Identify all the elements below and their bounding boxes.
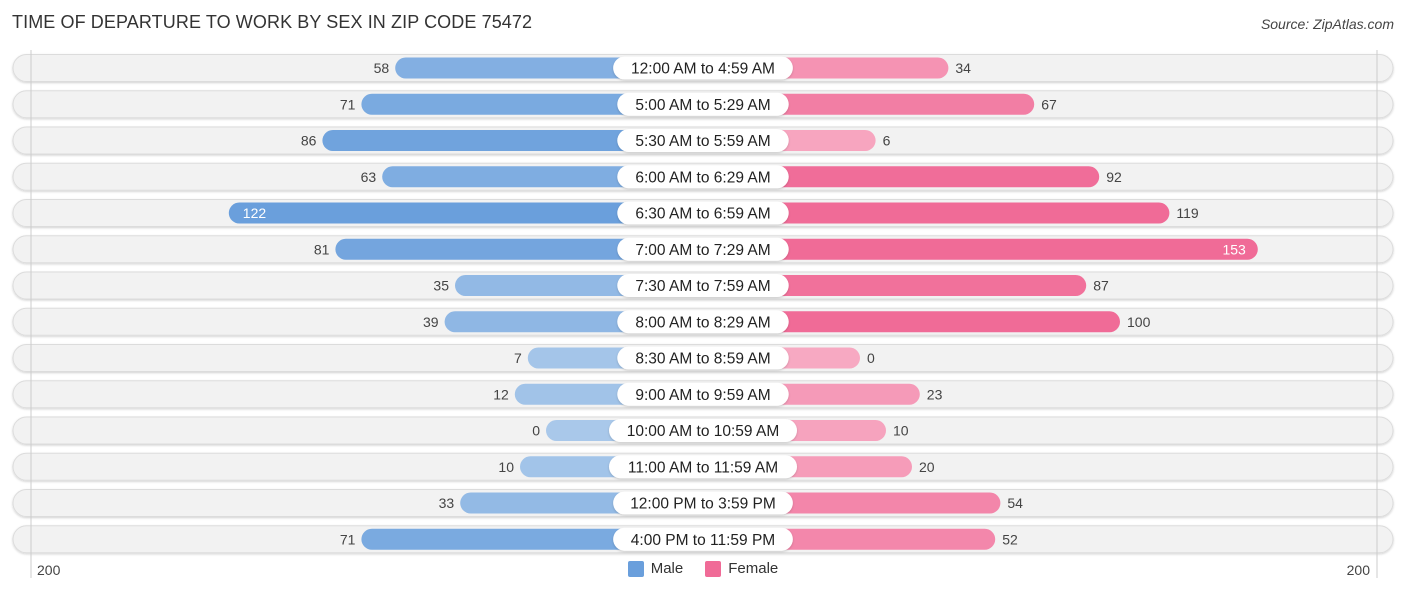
value-label-female: 52 [1002,531,1018,547]
category-label: 12:00 PM to 3:59 PM [630,496,776,513]
category-label: 12:00 AM to 4:59 AM [631,61,775,78]
value-label-female: 23 [927,386,943,402]
legend-item-female[interactable]: Female [705,560,778,577]
value-label-female: 34 [955,60,971,76]
legend-label-male: Male [650,560,684,577]
legend-swatch-male [627,560,644,577]
category-label: 6:30 AM to 6:59 AM [635,206,770,223]
chart-row: 86 6 5:30 AM to 5:59 AM [12,126,1394,155]
value-label-male: 81 [314,241,330,257]
category-label: 7:30 AM to 7:59 AM [635,278,770,295]
category-label: 6:00 AM to 6:29 AM [635,169,770,186]
value-label-female: 10 [893,423,909,439]
legend-swatch-female [705,560,722,577]
chart-plot: 58 3412:00 AM to 4:59 AM71 675:00 AM to 5:… [12,50,1394,578]
legend: Male Female [0,560,1406,577]
value-label-female: 67 [1041,96,1057,112]
chart-row: 63 92 6:00 AM to 6:29 AM [12,162,1394,191]
value-label-female: 6 [883,133,891,149]
chart-row: 122 119 6:30 AM to 6:59 AM [12,199,1394,227]
value-label-male: 0 [532,423,540,439]
category-label: 7:00 AM to 7:29 AM [635,242,770,259]
chart-row: 58 34 12:00 AM to 4:59 AM [12,54,1394,82]
chart-row: 33 54 12:00 PM to 3:59 PM [12,489,1394,517]
chart-row: 71 52 4:00 PM to 11:59 PM [12,525,1394,554]
category-label: 9:00 AM to 9:59 AM [635,387,770,404]
value-label-female: 87 [1093,278,1109,294]
value-label-female: 92 [1106,169,1122,185]
legend-item-male[interactable]: Male [627,560,684,577]
value-label-female: 119 [1176,205,1199,221]
value-label-female: 0 [867,350,875,366]
category-label: 11:00 AM to 11:59 AM [628,459,778,476]
category-label: 8:00 AM to 8:29 AM [635,314,770,331]
value-label-male: 122 [243,205,267,221]
chart-row: 7 0 8:30 AM to 8:59 AM [12,344,1394,372]
category-label: 5:30 AM to 5:59 AM [635,133,770,150]
value-label-male: 12 [493,386,509,402]
value-label-male: 71 [340,531,356,547]
chart-row: 0 10 10:00 AM to 10:59 AM [12,416,1394,445]
value-label-female: 54 [1007,495,1023,511]
value-label-male: 58 [374,60,390,76]
value-label-male: 33 [439,495,455,511]
chart-row: 10 20 11:00 AM to 11:59 AM [12,452,1394,481]
category-label: 10:00 AM to 10:59 AM [627,423,780,440]
category-label: 8:30 AM to 8:59 AM [635,351,770,368]
value-label-female: 100 [1127,314,1151,330]
value-label-male: 39 [423,314,439,330]
value-label-male: 71 [340,96,356,112]
value-label-male: 7 [514,350,522,366]
value-label-male: 63 [361,169,377,185]
value-label-female: 20 [919,459,935,475]
value-label-female: 153 [1222,241,1246,257]
chart-row: 12 23 9:00 AM to 9:59 AM [12,380,1394,409]
chart-row: 35 87 7:30 AM to 7:59 AM [12,271,1394,300]
category-label: 4:00 PM to 11:59 PM [631,532,775,549]
chart-row: 39 100 8:00 AM to 8:29 AM [12,307,1394,336]
chart-row: 71 67 5:00 AM to 5:29 AM [12,90,1394,119]
value-label-male: 10 [498,459,514,475]
chart-row: 81 153 7:00 AM to 7:29 AM [12,235,1394,264]
value-label-male: 35 [433,278,449,294]
category-label: 5:00 AM to 5:29 AM [635,97,770,114]
value-label-male: 86 [301,133,317,149]
legend-label-female: Female [728,560,779,577]
